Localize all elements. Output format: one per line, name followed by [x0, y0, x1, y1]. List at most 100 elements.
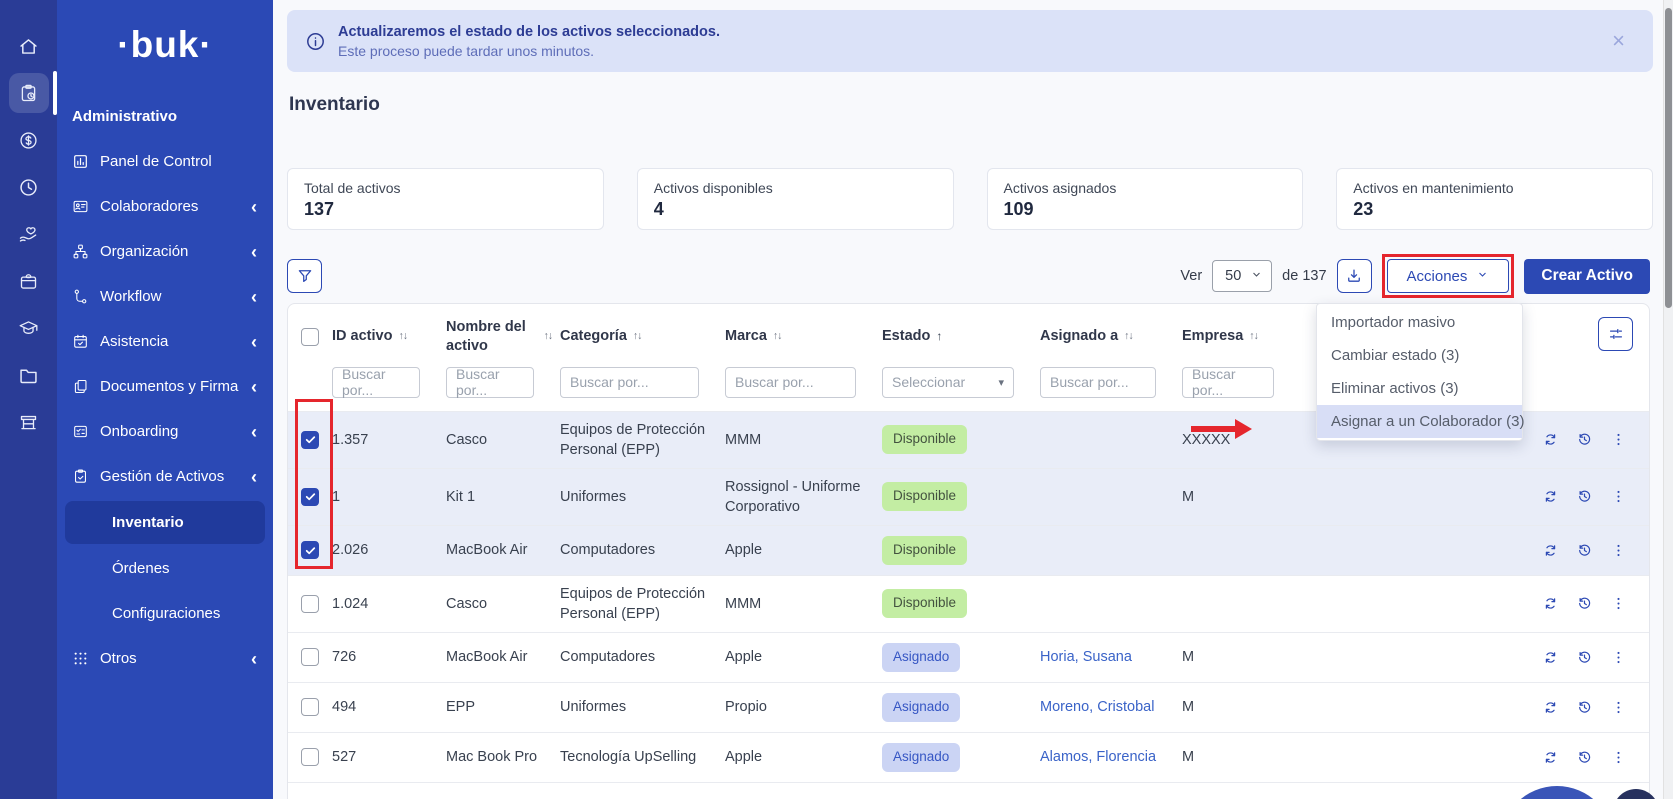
history-icon[interactable] — [1576, 542, 1593, 559]
sidebar-subitem-configuraciones[interactable]: Configuraciones — [57, 591, 273, 636]
actions-button[interactable]: Acciones — [1387, 259, 1510, 293]
kebab-menu-icon[interactable] — [1610, 431, 1627, 448]
row-checkbox[interactable] — [301, 431, 319, 449]
assigned-person-link[interactable]: Alamos, Florencia — [1040, 739, 1182, 775]
column-header-id-activo[interactable]: ID activo↑↓ — [332, 327, 446, 346]
column-header-asignado-a[interactable]: Asignado a↑↓ — [1040, 327, 1182, 346]
kebab-menu-icon[interactable] — [1610, 488, 1627, 505]
sort-asc-icon: ↑ — [936, 329, 941, 345]
sidebar-item-gestion-de-activos[interactable]: Gestión de Activos ‹ — [57, 454, 273, 499]
row-checkbox[interactable] — [301, 698, 319, 716]
sync-icon[interactable] — [1542, 699, 1559, 716]
cell-marca: MMM — [725, 586, 882, 622]
history-icon[interactable] — [1576, 749, 1593, 766]
info-icon — [305, 31, 326, 52]
rail-item-benefits[interactable] — [0, 214, 57, 254]
rail-item-assets[interactable] — [0, 73, 57, 113]
select-all-checkbox[interactable] — [301, 328, 319, 346]
kebab-menu-icon[interactable] — [1610, 649, 1627, 666]
row-checkbox[interactable] — [301, 648, 319, 666]
select-all-cell — [288, 328, 332, 346]
history-icon[interactable] — [1576, 488, 1593, 505]
status-badge: Disponible — [882, 536, 967, 565]
kebab-menu-icon[interactable] — [1610, 699, 1627, 716]
history-icon[interactable] — [1576, 431, 1593, 448]
filter-empresa-input[interactable]: Buscar por... — [1182, 367, 1274, 398]
status-badge: Asignado — [882, 693, 960, 722]
history-icon[interactable] — [1576, 699, 1593, 716]
filter-button[interactable] — [287, 259, 322, 293]
download-button[interactable] — [1337, 259, 1372, 293]
row-checkbox[interactable] — [301, 748, 319, 766]
filter-marca-input[interactable]: Buscar por... — [725, 367, 856, 398]
sidebar: ·buk· Administrativo Panel de Control Co… — [57, 0, 273, 799]
actions-menu-item-cambiar-estado-3[interactable]: Cambiar estado (3) — [1317, 339, 1522, 372]
sync-icon[interactable] — [1542, 488, 1559, 505]
sidebar-subitem-ordenes[interactable]: Órdenes — [57, 546, 273, 591]
banner-close-icon[interactable]: × — [1612, 30, 1625, 52]
cell-marca: Apple — [725, 532, 882, 568]
kebab-menu-icon[interactable] — [1610, 749, 1627, 766]
sidebar-item-documentos-y-firma[interactable]: Documentos y Firma ‹ — [57, 364, 273, 409]
actions-menu-item-importador-masivo[interactable]: Importador masivo — [1317, 306, 1522, 339]
cell-empresa: M — [1182, 689, 1300, 725]
cell-id: 494 — [332, 689, 446, 725]
rail-item-time[interactable] — [0, 167, 57, 207]
scrollbar-thumb[interactable] — [1665, 8, 1672, 308]
column-header-empresa[interactable]: Empresa↑↓ — [1182, 327, 1300, 346]
filter-id-activo-input[interactable]: Buscar por... — [332, 367, 420, 398]
payroll-icon — [9, 120, 49, 160]
column-header-categoria[interactable]: Categoría↑↓ — [560, 327, 725, 346]
sidebar-subitem-inventario[interactable]: Inventario — [65, 501, 265, 544]
column-header-nombre-del-activo[interactable]: Nombre del activo↑↓ — [446, 318, 560, 356]
filter-categoria-input[interactable]: Buscar por... — [560, 367, 699, 398]
filter-asignado-a-input[interactable]: Buscar por... — [1040, 367, 1156, 398]
cell-marca: Propio — [725, 689, 882, 725]
sidebar-item-panel-de-control[interactable]: Panel de Control — [57, 139, 273, 184]
sync-icon[interactable] — [1542, 542, 1559, 559]
row-checkbox[interactable] — [301, 488, 319, 506]
sidebar-item-asistencia[interactable]: Asistencia ‹ — [57, 319, 273, 364]
kebab-menu-icon[interactable] — [1610, 595, 1627, 612]
stat-card-activos-en-mantenimiento: Activos en mantenimiento 23 — [1336, 168, 1653, 230]
sidebar-item-organizacion[interactable]: Organización ‹ — [57, 229, 273, 274]
rail-item-training[interactable] — [0, 308, 57, 348]
rail-item-files[interactable] — [0, 355, 57, 395]
column-header-estado[interactable]: Estado↑ — [882, 327, 1040, 346]
history-icon[interactable] — [1576, 649, 1593, 666]
sync-icon[interactable] — [1542, 595, 1559, 612]
stats-row: Total de activos 137 Activos disponibles… — [287, 168, 1653, 230]
sort-icon: ↑↓ — [1124, 330, 1133, 344]
history-icon[interactable] — [1576, 595, 1593, 612]
chevron-left-icon: ‹ — [251, 333, 257, 351]
sidebar-item-onboarding[interactable]: Onboarding ‹ — [57, 409, 273, 454]
filter-estado-select[interactable]: Seleccionar▾ — [882, 367, 1014, 398]
row-checkbox[interactable] — [301, 541, 319, 559]
kebab-menu-icon[interactable] — [1610, 542, 1627, 559]
column-settings-button[interactable] — [1598, 317, 1633, 351]
sidebar-item-colaboradores[interactable]: Colaboradores ‹ — [57, 184, 273, 229]
page-size-select[interactable]: 50 — [1212, 260, 1272, 292]
rail-item-home[interactable] — [0, 26, 57, 66]
assigned-person-link[interactable]: Moreno, Cristobal — [1040, 689, 1182, 725]
create-asset-button[interactable]: Crear Activo — [1524, 259, 1650, 294]
assigned-person-link[interactable]: Horia, Susana — [1040, 639, 1182, 675]
row-checkbox[interactable] — [301, 595, 319, 613]
actions-menu-item-eliminar-activos-3[interactable]: Eliminar activos (3) — [1317, 372, 1522, 405]
cell-empresa: M — [1182, 479, 1300, 515]
stat-label: Total de activos — [304, 180, 587, 196]
sidebar-item-workflow[interactable]: Workflow ‹ — [57, 274, 273, 319]
sync-icon[interactable] — [1542, 649, 1559, 666]
sync-icon[interactable] — [1542, 431, 1559, 448]
sidebar-item-otros[interactable]: Otros ‹ — [57, 636, 273, 681]
rail-item-talent[interactable] — [0, 261, 57, 301]
chevron-left-icon: ‹ — [251, 468, 257, 486]
column-header-marca[interactable]: Marca↑↓ — [725, 327, 882, 346]
rail-item-payroll[interactable] — [0, 120, 57, 160]
onboarding-icon — [72, 423, 89, 440]
filter-nombre-del-activo-input[interactable]: Buscar por... — [446, 367, 534, 398]
actions-menu-item-asignar-a-un-colaborador-3[interactable]: Asignar a un Colaborador (3) — [1317, 405, 1522, 438]
rail-item-archive[interactable] — [0, 402, 57, 442]
cell-empresa — [1182, 542, 1300, 558]
sync-icon[interactable] — [1542, 749, 1559, 766]
